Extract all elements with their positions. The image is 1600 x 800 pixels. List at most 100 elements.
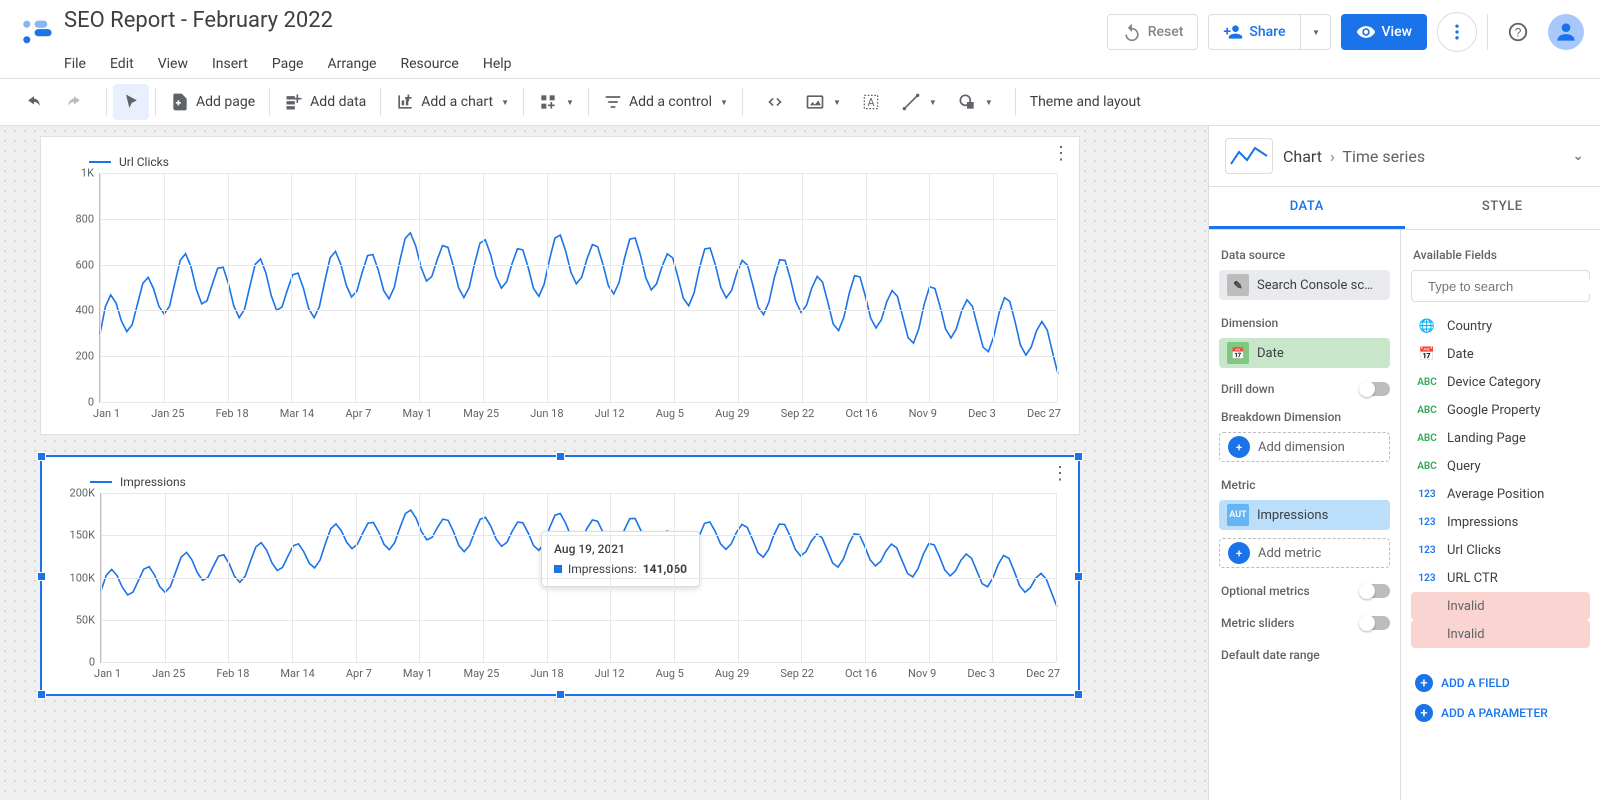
field-invalid[interactable]: Invalid <box>1411 620 1590 648</box>
field-country[interactable]: 🌐Country <box>1411 312 1590 340</box>
chevron-down-icon: ▼ <box>566 98 574 107</box>
tooltip-metric-value: 141,060 <box>643 562 687 576</box>
account-avatar[interactable] <box>1548 14 1584 50</box>
field-impressions[interactable]: 123Impressions <box>1411 508 1590 536</box>
field-label: Invalid <box>1447 599 1485 614</box>
shape-icon <box>957 92 977 112</box>
section-optional-metrics: Optional metrics <box>1221 584 1310 598</box>
report-canvas[interactable]: ⋮ Url Clicks 02004006008001K Jan 1Jan 25… <box>0 126 1208 800</box>
chart-more-button[interactable]: ⋮ <box>1051 463 1068 484</box>
add-page-label: Add page <box>196 94 255 110</box>
metric-sliders-toggle[interactable] <box>1360 616 1390 630</box>
shape-button[interactable]: ▼ <box>949 84 1001 120</box>
field-label: Url Clicks <box>1447 543 1501 558</box>
selection-handle[interactable] <box>1074 690 1083 699</box>
field-search-input[interactable] <box>1428 279 1600 294</box>
undo-button[interactable] <box>16 84 52 120</box>
selection-handle[interactable] <box>37 690 46 699</box>
field-date[interactable]: 📅Date <box>1411 340 1590 368</box>
menu-help[interactable]: Help <box>483 56 512 72</box>
tab-data[interactable]: DATA <box>1209 187 1405 229</box>
share-button[interactable]: Share <box>1208 14 1300 50</box>
metric-chip[interactable]: AUT Impressions <box>1219 500 1390 530</box>
menu-resource[interactable]: Resource <box>400 56 458 72</box>
image-button[interactable]: ▼ <box>797 84 849 120</box>
add-metric-button[interactable]: + Add metric <box>1219 538 1390 568</box>
text-button[interactable]: A <box>853 84 889 120</box>
line-button[interactable]: ▼ <box>893 84 945 120</box>
theme-layout-label: Theme and layout <box>1030 94 1141 110</box>
add-parameter-button[interactable]: +ADD A PARAMETER <box>1411 698 1590 728</box>
selection-handle[interactable] <box>37 452 46 461</box>
data-source-chip[interactable]: ✎ Search Console sc… <box>1219 270 1390 300</box>
document-title[interactable]: SEO Report - February 2022 <box>64 8 1107 33</box>
field-landing-page[interactable]: ABCLanding Page <box>1411 424 1590 452</box>
add-field-button[interactable]: +ADD A FIELD <box>1411 668 1590 698</box>
menu-file[interactable]: File <box>64 56 86 72</box>
add-chart-button[interactable]: Add a chart ▼ <box>387 84 517 120</box>
field-label: Device Category <box>1447 375 1541 390</box>
menu-edit[interactable]: Edit <box>110 56 134 72</box>
view-label: View <box>1382 24 1413 40</box>
svg-text:A: A <box>867 96 874 109</box>
field-search[interactable] <box>1411 270 1590 302</box>
tab-style[interactable]: STYLE <box>1405 187 1600 229</box>
chevron-down-icon: ▼ <box>929 98 937 107</box>
chevron-down-icon: ▼ <box>720 98 728 107</box>
app-logo[interactable] <box>12 8 60 56</box>
field-query[interactable]: ABCQuery <box>1411 452 1590 480</box>
add-data-button[interactable]: Add data <box>276 84 374 120</box>
tooltip-metric-label: Impressions: <box>568 562 637 576</box>
plus-icon: + <box>1228 542 1250 564</box>
field-invalid[interactable]: Invalid <box>1411 592 1590 620</box>
view-button[interactable]: View <box>1341 14 1428 50</box>
theme-layout-button[interactable]: Theme and layout <box>1022 84 1149 120</box>
field-device-category[interactable]: ABC Device Category <box>1411 368 1590 396</box>
add-control-button[interactable]: Add a control ▼ <box>595 84 736 120</box>
drill-down-toggle[interactable] <box>1360 382 1390 396</box>
selection-handle[interactable] <box>556 690 565 699</box>
url-embed-button[interactable] <box>757 84 793 120</box>
field-url-ctr[interactable]: 123URL CTR <box>1411 564 1590 592</box>
selection-handle[interactable] <box>37 572 46 581</box>
selection-handle[interactable] <box>1074 572 1083 581</box>
share-label: Share <box>1249 24 1285 40</box>
more-options-button[interactable] <box>1437 12 1477 52</box>
apps-icon <box>538 92 558 112</box>
reset-button[interactable]: Reset <box>1107 14 1199 50</box>
selection-handle[interactable] <box>1074 452 1083 461</box>
community-vis-button[interactable]: ▼ <box>530 84 582 120</box>
add-page-button[interactable]: Add page <box>162 84 263 120</box>
menu-view[interactable]: View <box>158 56 188 72</box>
code-icon <box>765 92 785 112</box>
chevron-down-icon: ▼ <box>833 98 841 107</box>
chevron-down-icon: ▼ <box>1312 28 1320 37</box>
field-url-clicks[interactable]: 123Url Clicks <box>1411 536 1590 564</box>
selection-handle[interactable] <box>556 452 565 461</box>
abc-icon: ABC <box>1415 377 1439 388</box>
metric-name: Impressions <box>1257 508 1328 523</box>
chevron-down-icon: ▼ <box>501 98 509 107</box>
menu-insert[interactable]: Insert <box>212 56 248 72</box>
selection-tool-button[interactable] <box>113 84 149 120</box>
optional-metrics-toggle[interactable] <box>1360 584 1390 598</box>
dimension-chip[interactable]: 📅 Date <box>1219 338 1390 368</box>
field-average-position[interactable]: 123Average Position <box>1411 480 1590 508</box>
field-google-property[interactable]: ABCGoogle Property <box>1411 396 1590 424</box>
globe-icon: 🌐 <box>1415 319 1439 334</box>
menu-page[interactable]: Page <box>272 56 304 72</box>
chart-type-selector[interactable]: Chart › Time series ⌄ <box>1209 126 1600 187</box>
image-icon <box>805 92 825 112</box>
chart-card-impressions[interactable]: ⋮ Impressions Aug 19, 2021 Impressions: … <box>40 455 1080 696</box>
legend-label: Impressions <box>120 475 186 489</box>
help-button[interactable]: ? <box>1498 12 1538 52</box>
redo-button[interactable] <box>56 84 92 120</box>
legend: Impressions <box>60 469 1060 493</box>
menu-arrange[interactable]: Arrange <box>328 56 377 72</box>
field-label: Average Position <box>1447 487 1544 502</box>
tooltip-date: Aug 19, 2021 <box>554 542 687 556</box>
chart-card-url-clicks[interactable]: ⋮ Url Clicks 02004006008001K Jan 1Jan 25… <box>40 136 1080 435</box>
add-dimension-button[interactable]: + Add dimension <box>1219 432 1390 462</box>
share-dropdown-button[interactable]: ▼ <box>1301 14 1331 50</box>
chart-more-button[interactable]: ⋮ <box>1052 143 1069 164</box>
